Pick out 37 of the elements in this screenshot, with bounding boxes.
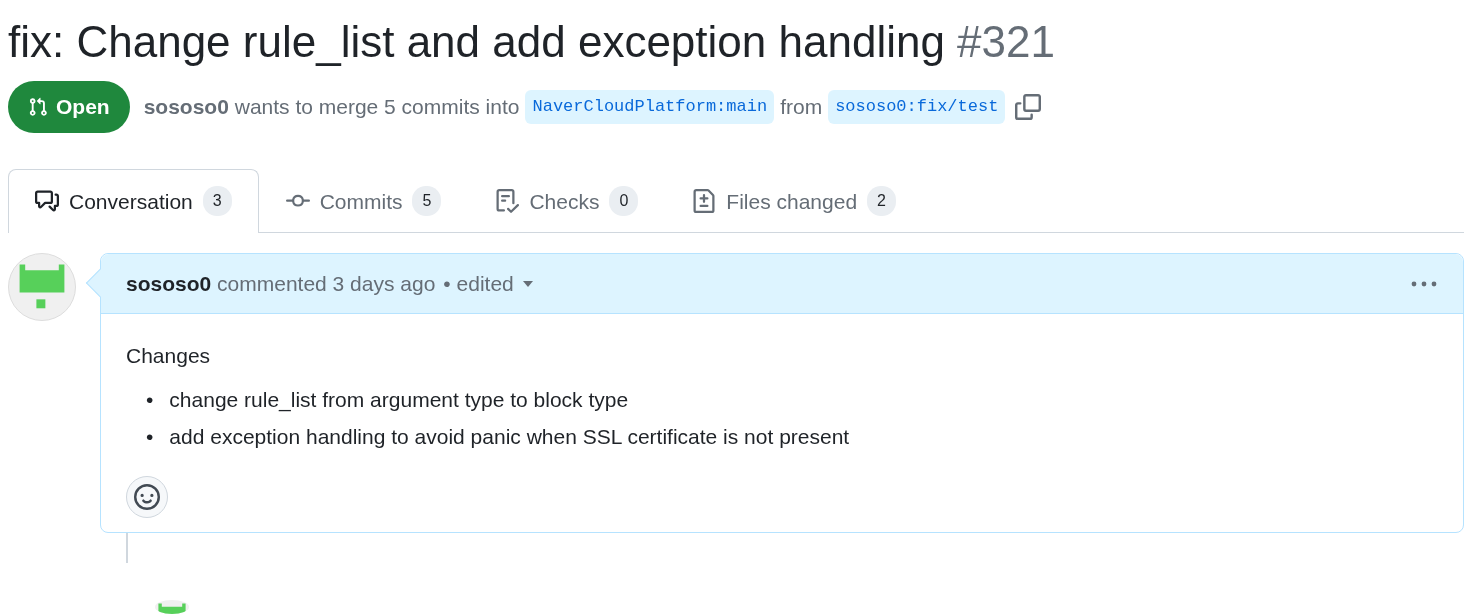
from-label: from (780, 94, 823, 120)
bullet: • (146, 423, 154, 450)
tab[interactable]: Conversation 3 (8, 168, 259, 233)
copy-button[interactable] (1015, 93, 1042, 120)
file-diff-icon (692, 189, 717, 214)
tab-label: Checks (529, 188, 600, 215)
reaction-button[interactable] (126, 476, 168, 519)
comment-heading: Changes (126, 343, 212, 369)
tab-counter: 2 (867, 186, 896, 217)
tab[interactable]: Commits 5 (258, 168, 469, 233)
caret-icon (521, 279, 534, 288)
conversation-icon (35, 189, 59, 214)
tab-counter: 3 (202, 186, 232, 217)
head-branch-link[interactable]: sososo0:fix/test (828, 90, 1006, 124)
list-item: add exception handling to avoid panic when SSL certificate is not present (169, 423, 850, 450)
pr-number: #321 (957, 17, 1055, 66)
pull-request-icon (28, 95, 48, 118)
pr-title: fix: Change rule_list and add exception handling (8, 17, 945, 66)
more-options-button[interactable] (1410, 279, 1438, 288)
smiley-icon (134, 484, 160, 511)
checklist-icon (495, 189, 520, 214)
merge-description: sososo0 wants to merge 5 commits into (143, 94, 520, 120)
kebab-icon (1410, 279, 1438, 288)
tab[interactable]: Checks 0 (468, 168, 666, 233)
tab-label: Conversation (69, 188, 193, 215)
edited-dropdown[interactable]: • edited (443, 267, 534, 300)
comment-header-text: sososo0 commented 3 days ago (126, 270, 436, 297)
list-item: change rule_list from argument type to block type (169, 386, 629, 413)
tab-label: Commits (319, 188, 403, 215)
avatar (155, 600, 189, 614)
tab-counter: 5 (412, 186, 442, 217)
tab-counter: 0 (609, 186, 639, 217)
base-branch-link[interactable]: NaverCloudPlatform:main (525, 90, 775, 124)
tab[interactable]: Files changed 2 (665, 168, 923, 233)
status-badge: Open (8, 81, 130, 133)
bullet: • (146, 386, 154, 413)
tab-label: Files changed (726, 188, 858, 215)
